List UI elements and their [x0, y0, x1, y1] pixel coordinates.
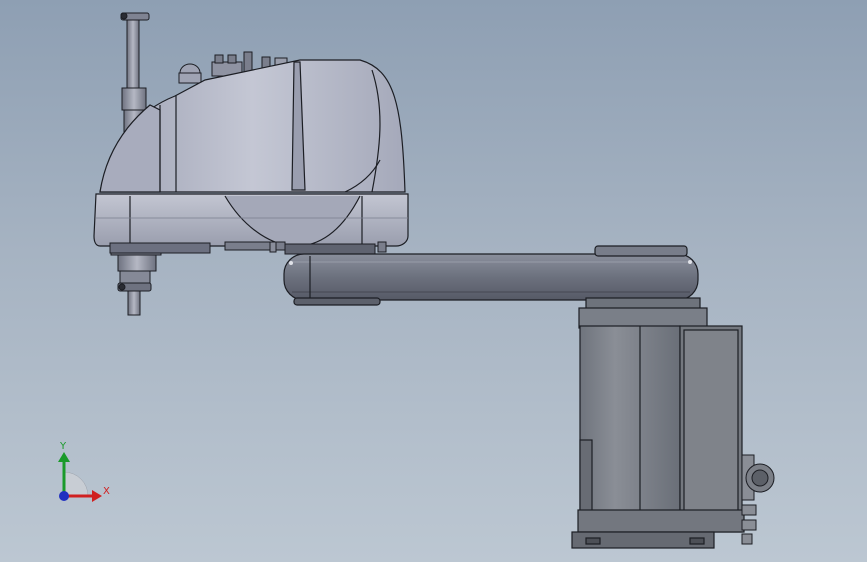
scara-robot-model[interactable]: [0, 0, 867, 562]
cad-viewport[interactable]: Y X: [0, 0, 867, 562]
triad-plane-shading: [63, 471, 89, 497]
arm-link[interactable]: [283, 245, 699, 306]
x-axis-label: X: [103, 486, 110, 497]
robot-base[interactable]: [571, 297, 745, 549]
coordinate-triad: Y X: [40, 438, 120, 513]
y-axis-label: Y: [60, 441, 67, 452]
head-housing[interactable]: [99, 59, 406, 193]
head-band[interactable]: [93, 193, 409, 247]
base-cable-gland: [741, 454, 775, 545]
z-axis-marker: [59, 491, 69, 501]
joint-flange: [109, 241, 387, 255]
